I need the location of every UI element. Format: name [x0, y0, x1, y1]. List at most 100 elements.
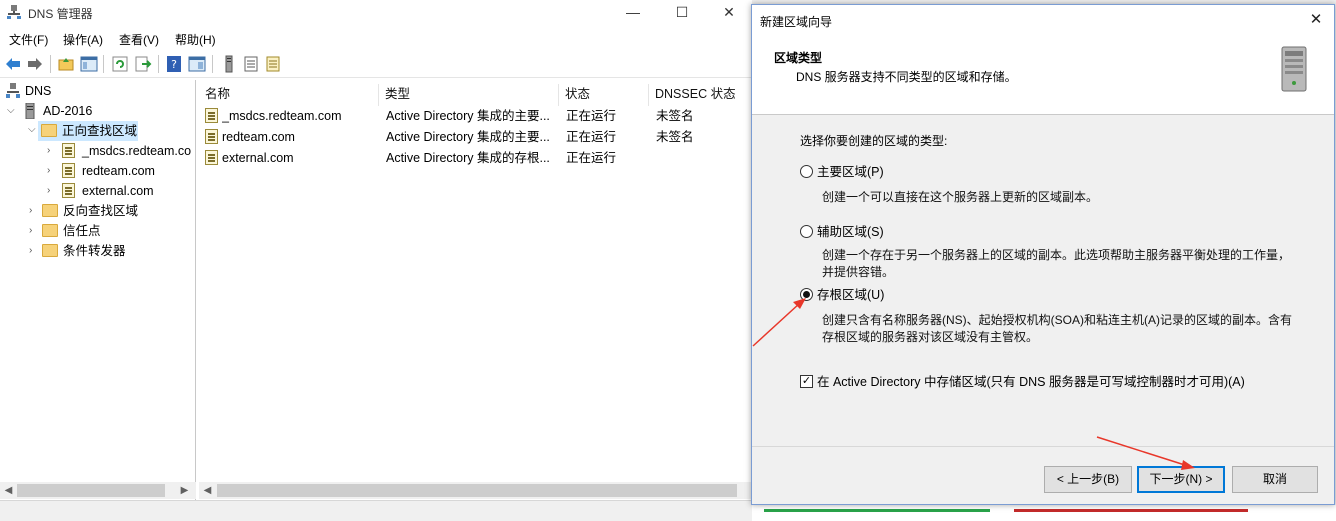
- cell-status: 正在运行: [566, 151, 617, 165]
- cell-dnssec: 未签名: [656, 130, 694, 144]
- tree-item-reverse-zone[interactable]: › 反向查找区域: [0, 201, 195, 221]
- secondary-zone-radio[interactable]: 辅助区域(S): [800, 223, 1000, 241]
- tree-item-zone[interactable]: › redteam.com: [0, 161, 195, 181]
- scroll-right-icon[interactable]: ▶: [176, 482, 193, 499]
- next-button[interactable]: 下一步(N) >: [1137, 466, 1225, 493]
- list-icon[interactable]: [242, 55, 260, 73]
- export-icon[interactable]: [134, 55, 152, 73]
- dialog-title: 新建区域向导: [760, 15, 833, 29]
- chevron-down-icon[interactable]: ⌵: [7, 101, 15, 121]
- forward-icon[interactable]: [26, 55, 44, 73]
- radio-button[interactable]: [800, 165, 813, 178]
- chevron-right-icon[interactable]: ›: [47, 181, 50, 201]
- help-icon[interactable]: ?: [165, 55, 183, 73]
- tree-label: external.com: [82, 184, 154, 198]
- tree-item-zone[interactable]: › external.com: [0, 181, 195, 201]
- cancel-button[interactable]: 取消: [1232, 466, 1318, 493]
- back-button[interactable]: < 上一步(B): [1044, 466, 1132, 493]
- scroll-left-icon[interactable]: ◀: [199, 482, 216, 499]
- back-icon[interactable]: [4, 55, 22, 73]
- zone-list: 名称 类型 状态 DNSSEC 状态 _msdcs.redteam.com Ac…: [199, 80, 752, 500]
- radio-label: 辅助区域(S): [817, 225, 884, 239]
- chevron-right-icon[interactable]: ›: [29, 221, 32, 241]
- tree-item-dns[interactable]: DNS: [0, 81, 195, 101]
- tree-item-trust-points[interactable]: › 信任点: [0, 221, 195, 241]
- chevron-right-icon[interactable]: ›: [47, 141, 50, 161]
- tree-horizontal-scrollbar[interactable]: ◀ ▶: [0, 482, 196, 499]
- status-bar-red: [1014, 509, 1248, 512]
- scroll-left-icon[interactable]: ◀: [0, 482, 17, 499]
- dns-root-icon: [6, 83, 20, 98]
- title-bar: DNS 管理器 — ☐ ✕: [0, 0, 752, 26]
- toolbar-separator: [212, 55, 213, 73]
- menu-file[interactable]: 文件(F): [9, 31, 48, 48]
- new-zone-wizard-dialog: 新建区域向导 ✕ 区域类型 DNS 服务器支持不同类型的区域和存储。 选择你要创…: [751, 4, 1335, 505]
- store-in-ad-checkbox[interactable]: ✓ 在 Active Directory 中存储区域(只有 DNS 服务器是可写…: [800, 373, 1280, 391]
- primary-zone-radio[interactable]: 主要区域(P): [800, 163, 1000, 181]
- dialog-title-bar: 新建区域向导 ✕: [752, 5, 1334, 35]
- cell-type: Active Directory 集成的存根...: [386, 151, 550, 165]
- toolbar-separator: [103, 55, 104, 73]
- radio-button[interactable]: [800, 225, 813, 238]
- chevron-right-icon[interactable]: ›: [47, 161, 50, 181]
- tree-item-server[interactable]: ⌵ AD-2016: [0, 101, 195, 121]
- column-header-status[interactable]: 状态: [559, 84, 649, 106]
- wizard-header: 区域类型 DNS 服务器支持不同类型的区域和存储。: [752, 35, 1334, 115]
- cell-dnssec: [656, 148, 746, 168]
- tree-label: _msdcs.redteam.co: [82, 144, 192, 158]
- checkbox-label: 在 Active Directory 中存储区域(只有 DNS 服务器是可写域控…: [817, 375, 1245, 389]
- list-horizontal-scrollbar[interactable]: ◀: [199, 482, 752, 499]
- up-folder-icon[interactable]: [57, 55, 75, 73]
- cell-type: Active Directory 集成的主要...: [386, 109, 550, 123]
- primary-zone-description: 创建一个可以直接在这个服务器上更新的区域副本。: [822, 190, 1099, 204]
- tree-item-zone[interactable]: › _msdcs.redteam.co: [0, 141, 195, 161]
- checkbox-checked[interactable]: ✓: [800, 375, 813, 388]
- tree-item-conditional-forwarders[interactable]: › 条件转发器: [0, 241, 195, 261]
- radio-label: 存根区域(U): [817, 288, 885, 302]
- column-header-name[interactable]: 名称: [199, 84, 379, 106]
- cell-name: external.com: [222, 151, 294, 165]
- menu-action[interactable]: 操作(A): [63, 31, 103, 48]
- folder-icon: [42, 224, 58, 237]
- wizard-body: 选择你要创建的区域的类型: 主要区域(P) 创建一个可以直接在这个服务器上更新的…: [752, 116, 1334, 446]
- chevron-right-icon[interactable]: ›: [29, 241, 32, 261]
- stub-zone-description: 创建只含有名称服务器(NS)、起始授权机构(SOA)和粘连主机(A)记录的区域的…: [822, 313, 1292, 344]
- status-bar: [0, 500, 752, 521]
- menu-help[interactable]: 帮助(H): [175, 31, 216, 48]
- show-tree-icon[interactable]: [80, 55, 98, 73]
- svg-text:?: ?: [171, 58, 177, 71]
- properties-icon[interactable]: [188, 55, 206, 73]
- dns-manager-window: DNS 管理器 — ☐ ✕ 文件(F) 操作(A) 查看(V) 帮助(H) ? …: [0, 0, 752, 521]
- tree-label: 正向查找区域: [62, 124, 138, 138]
- scrollbar-thumb[interactable]: [17, 484, 165, 497]
- zone-file-icon: [62, 163, 75, 178]
- wizard-subheading: DNS 服务器支持不同类型的区域和存储。: [796, 70, 1017, 84]
- stub-zone-radio[interactable]: 存根区域(U): [800, 286, 1000, 304]
- close-button[interactable]: ✕: [706, 0, 752, 26]
- column-header-dnssec[interactable]: DNSSEC 状态: [649, 84, 752, 106]
- refresh-icon[interactable]: [111, 55, 129, 73]
- tree-item-forward-zone[interactable]: 正向查找区域: [38, 121, 138, 141]
- column-header-type[interactable]: 类型: [379, 84, 559, 106]
- cell-status: 正在运行: [566, 109, 617, 123]
- tree-label: 反向查找区域: [63, 204, 139, 218]
- dialog-close-button[interactable]: ✕: [1304, 9, 1328, 31]
- tree-label: redteam.com: [82, 164, 155, 178]
- chevron-down-icon[interactable]: ⌵: [28, 124, 36, 135]
- maximize-button[interactable]: ☐: [659, 0, 705, 26]
- background-window: [752, 505, 1336, 521]
- radio-button-selected[interactable]: [800, 288, 813, 301]
- zone-file-icon: [205, 129, 218, 144]
- chevron-right-icon[interactable]: ›: [29, 201, 32, 221]
- console-tree: DNS ⌵ AD-2016 正向查找区域 ⌵ › _msdcs.redteam.…: [0, 80, 196, 500]
- status-bar-green: [764, 509, 990, 512]
- cell-name: _msdcs.redteam.com: [222, 109, 342, 123]
- window-title: DNS 管理器: [28, 7, 93, 21]
- folder-icon: [42, 244, 58, 257]
- zone-icon[interactable]: [264, 55, 282, 73]
- scrollbar-thumb[interactable]: [217, 484, 737, 497]
- minimize-button[interactable]: —: [610, 0, 656, 26]
- toolbar-separator: [50, 55, 51, 73]
- menu-view[interactable]: 查看(V): [119, 31, 159, 48]
- server-icon[interactable]: [220, 55, 238, 73]
